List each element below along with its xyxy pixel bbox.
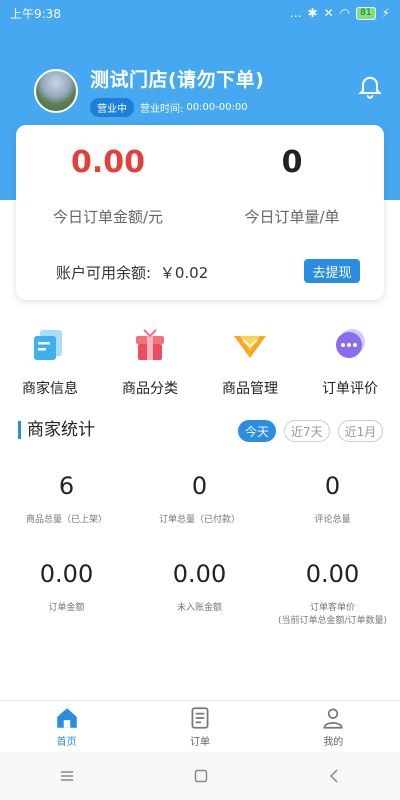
order-amount-value: 0.00	[70, 145, 146, 180]
stats-range-tabs: 今天 近7天 近1月	[238, 420, 384, 442]
stat-value: 0.00	[172, 560, 227, 588]
stat-value: 0	[324, 472, 341, 500]
balance-row: 账户可用余额: ￥0.02	[56, 262, 208, 283]
order-count-value: 0	[281, 145, 303, 180]
status-icons: ... ✱ ✕ ◠ 81 ⚡	[290, 6, 390, 20]
tab-home[interactable]: 首页	[0, 701, 133, 752]
product-category-icon	[136, 329, 164, 360]
tab-label: 我的	[323, 737, 344, 748]
tab-orders[interactable]: 订单	[133, 701, 266, 752]
stat-value: 6	[58, 472, 75, 500]
mute-icon: ✕	[323, 6, 334, 20]
shortcut-label: 商家信息	[22, 381, 78, 397]
bell-icon[interactable]	[356, 72, 384, 100]
order-count-metric: 0 今日订单量/单	[200, 145, 384, 227]
shortcut-label: 订单评价	[322, 381, 378, 397]
bluetooth-icon: ✱	[307, 6, 318, 20]
stat-order-total: 0 订单总量（已付款）	[133, 472, 266, 527]
home-icon	[56, 708, 77, 728]
store-status-badge: 营业中	[90, 98, 134, 117]
order-amount-label: 今日订单金额/元	[52, 208, 164, 226]
status-bar: 上午9:38 ... ✱ ✕ ◠ 81 ⚡	[0, 0, 400, 26]
tab-1-month[interactable]: 近1月	[337, 420, 384, 442]
balance-label: 账户可用余额:	[56, 264, 152, 282]
charging-icon: ⚡	[381, 6, 390, 20]
signal-dots-icon: ...	[290, 6, 302, 20]
bottom-tab-bar: 首页 订单 我的	[0, 700, 400, 752]
tab-today[interactable]: 今天	[238, 420, 277, 442]
withdraw-button[interactable]: 去提现	[304, 259, 360, 283]
stat-label: 未入账金额	[176, 603, 222, 613]
menu-icon[interactable]	[60, 770, 74, 782]
order-icon	[191, 707, 209, 729]
tab-7-days[interactable]: 近7天	[284, 420, 330, 442]
tab-profile[interactable]: 我的	[267, 701, 400, 752]
stats-section-title: 商家统计	[18, 421, 95, 439]
shortcut-label: 商品分类	[122, 381, 178, 397]
stat-pending-amount: 0.00 未入账金额	[133, 560, 266, 615]
store-meta: 营业中 营业时间: 00:00-00:00	[90, 98, 264, 117]
balance-value: ￥0.02	[159, 264, 209, 282]
order-count-label: 今日订单量/单	[244, 208, 340, 226]
shortcut-product-category[interactable]: 商品分类	[100, 322, 200, 398]
product-manage-icon	[234, 336, 266, 358]
stat-label-main: 订单客单价	[309, 603, 355, 613]
stat-label: 评论总量	[314, 515, 351, 525]
stat-value: 0.00	[39, 560, 94, 588]
battery-icon: 81	[356, 6, 376, 20]
store-info: 测试门店(请勿下单) 营业中 营业时间: 00:00-00:00	[90, 65, 264, 117]
shortcut-order-review[interactable]: 订单评价	[300, 322, 400, 398]
tab-label: 订单	[189, 737, 210, 748]
stat-label: 商品总量（已上架）	[25, 515, 107, 525]
home-square-icon[interactable]	[194, 769, 208, 783]
store-name: 测试门店(请勿下单)	[90, 69, 265, 91]
stat-review-total: 0 评论总量	[266, 472, 399, 527]
order-amount-metric: 0.00 今日订单金额/元	[16, 145, 200, 227]
stat-product-total: 6 商品总量（已上架）	[0, 472, 133, 527]
order-review-icon	[336, 329, 365, 358]
store-avatar[interactable]	[34, 69, 78, 113]
stat-label: 订单金额	[48, 603, 85, 613]
summary-card: 0.00 今日订单金额/元 0 今日订单量/单 账户可用余额: ￥0.02 去提…	[16, 125, 384, 300]
stat-label-sub: (当前订单总金额/订单数量)	[277, 616, 388, 626]
stat-label: 订单客单价 (当前订单总金额/订单数量)	[266, 602, 399, 628]
profile-icon	[323, 708, 343, 729]
merchant-info-icon	[34, 330, 62, 360]
stat-value: 0	[191, 472, 208, 500]
hours-value: 00:00-00:00	[186, 102, 248, 113]
stat-value: 0.00	[305, 560, 360, 588]
shortcut-product-manage[interactable]: 商品管理	[200, 322, 300, 398]
stat-label: 订单总量（已付款）	[158, 515, 240, 525]
stat-avg-order-price: 0.00 订单客单价 (当前订单总金额/订单数量)	[266, 560, 399, 628]
store-header[interactable]: 测试门店(请勿下单) 营业中 营业时间: 00:00-00:00	[34, 65, 264, 117]
wifi-icon: ◠	[339, 6, 351, 20]
tab-label: 首页	[56, 737, 77, 748]
hours-label: 营业时间:	[140, 104, 184, 115]
system-navigation-bar	[0, 752, 400, 800]
status-time: 上午9:38	[10, 6, 61, 21]
back-icon[interactable]	[328, 769, 340, 783]
shortcut-merchant-info[interactable]: 商家信息	[0, 322, 100, 398]
stat-order-amount: 0.00 订单金额	[0, 560, 133, 615]
shortcut-grid: 商家信息 商品分类 商品管理 订单评价	[0, 322, 400, 398]
shortcut-label: 商品管理	[222, 381, 278, 397]
